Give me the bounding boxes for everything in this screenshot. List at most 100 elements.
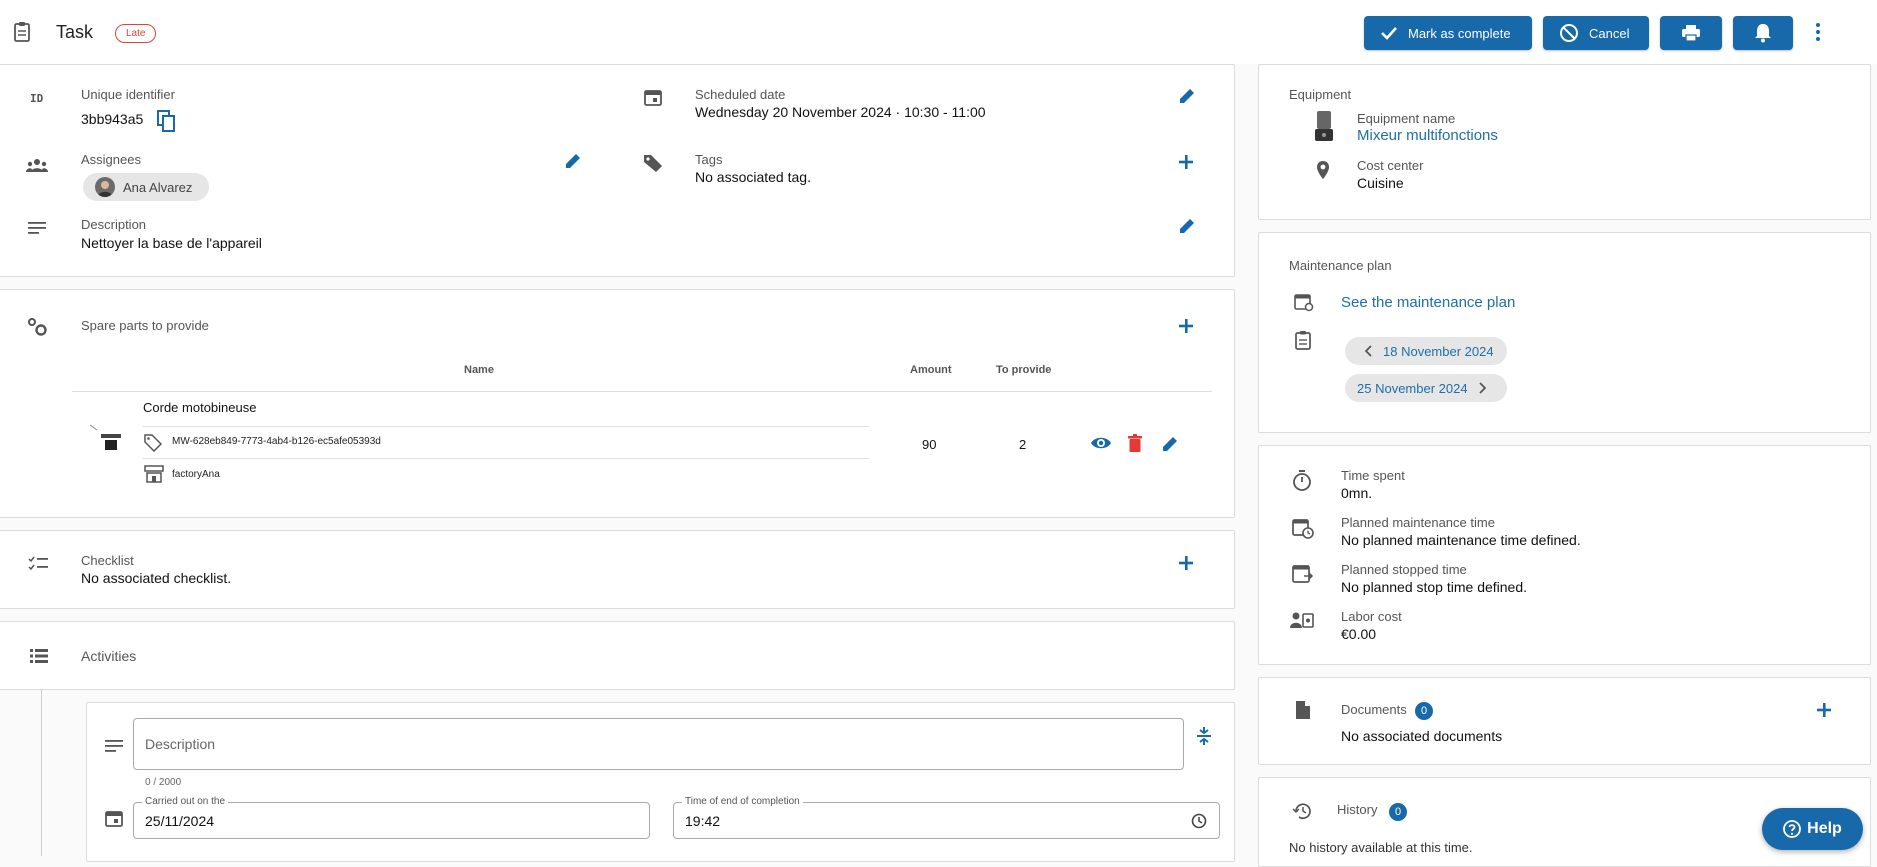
calendar-stop-icon	[1292, 564, 1314, 584]
more-vert-icon[interactable]	[1815, 22, 1821, 42]
calendar-sync-icon	[1294, 292, 1314, 312]
edit-spare-part-icon[interactable]	[1161, 435, 1179, 453]
documents-count-badge: 0	[1415, 702, 1433, 720]
notes-icon	[28, 222, 46, 234]
activities-card: Activities	[0, 621, 1235, 690]
notes-icon	[105, 740, 123, 752]
description-value: Nettoyer la base de l'appareil	[81, 235, 262, 251]
edit-date-icon[interactable]	[1178, 87, 1196, 105]
notification-button[interactable]	[1733, 16, 1793, 50]
next-date-chip[interactable]: 25 November 2024	[1345, 374, 1507, 402]
activities-title: Activities	[81, 648, 137, 664]
planned-maintenance-label: Planned maintenance time	[1341, 515, 1495, 530]
history-count-badge: 0	[1389, 803, 1407, 821]
maintenance-plan-link[interactable]: See the maintenance plan	[1341, 294, 1515, 311]
spare-parts-title: Spare parts to provide	[81, 318, 209, 333]
char-count: 0 / 2000	[145, 777, 182, 788]
carried-out-label: Carried out on the	[142, 796, 229, 807]
documents-card: Documents 0 No associated documents	[1258, 677, 1871, 765]
row-divider	[143, 426, 869, 427]
timeline-line	[41, 690, 42, 856]
tags-value: No associated tag.	[695, 169, 811, 185]
checklist-value: No associated checklist.	[81, 570, 232, 586]
view-icon[interactable]	[1090, 435, 1112, 451]
clipboard-icon	[12, 21, 32, 43]
help-button[interactable]: Help	[1762, 808, 1863, 850]
description-label: Description	[81, 217, 147, 232]
add-checklist-icon[interactable]	[1178, 555, 1194, 571]
spare-part-reference: MW-628eb849-7773-4ab4-b126-ec5afe05393d	[172, 436, 381, 447]
documents-title: Documents	[1341, 702, 1407, 717]
mark-complete-label: Mark as complete	[1408, 25, 1511, 41]
status-badge: Late	[115, 24, 157, 43]
maintenance-plan-card: Maintenance plan See the maintenance pla…	[1258, 232, 1871, 433]
id-icon: ID	[30, 92, 44, 105]
activity-form: Description 0 / 2000 Carried out on the …	[86, 702, 1235, 862]
description-input[interactable]: Description	[133, 718, 1184, 770]
unique-id-value: 3bb943a5	[81, 111, 144, 127]
block-icon	[1559, 23, 1579, 43]
end-time-field[interactable]: Time of end of completion 19:42	[673, 796, 1220, 839]
labor-cost-value: €0.00	[1341, 626, 1377, 642]
edit-assignees-icon[interactable]	[564, 152, 582, 170]
scheduled-date-label: Scheduled date	[695, 87, 786, 102]
spare-part-image	[87, 422, 123, 452]
clock-icon[interactable]	[1191, 813, 1207, 829]
delete-icon[interactable]	[1128, 434, 1142, 452]
labor-cost-icon	[1290, 611, 1314, 629]
planned-stopped-value: No planned stop time defined.	[1341, 579, 1528, 595]
edit-description-icon[interactable]	[1178, 217, 1196, 235]
store-icon	[144, 465, 164, 483]
history-value: No history available at this time.	[1289, 840, 1473, 855]
calendar-icon	[105, 809, 123, 827]
equipment-title: Equipment	[1289, 87, 1352, 102]
carried-out-value: 25/11/2024	[145, 813, 215, 829]
planned-maintenance-value: No planned maintenance time defined.	[1341, 532, 1581, 548]
print-button[interactable]	[1660, 16, 1722, 50]
previous-date: 18 November 2024	[1383, 343, 1494, 359]
chevron-right-icon	[1478, 382, 1486, 394]
copy-icon[interactable]	[157, 110, 175, 132]
spare-parts-card: Spare parts to provide Name Amount To pr…	[0, 289, 1235, 518]
add-tag-icon[interactable]	[1178, 154, 1194, 170]
top-bar: Task Late Mark as complete Cancel	[0, 0, 1877, 64]
equipment-name-link[interactable]: Mixeur multifonctions	[1357, 127, 1498, 144]
checklist-title: Checklist	[81, 553, 134, 568]
table-row: Corde motobineuse MW-628eb849-7773-4ab4-…	[0, 392, 1236, 512]
equipment-name-label: Equipment name	[1357, 111, 1456, 126]
labor-cost-label: Labor cost	[1341, 609, 1402, 624]
document-icon	[1295, 700, 1311, 720]
carried-out-date-field[interactable]: Carried out on the 25/11/2024	[133, 796, 650, 839]
clipboard-icon	[1294, 330, 1312, 350]
bell-icon	[1754, 23, 1772, 43]
time-card: Time spent 0mn. Planned maintenance time…	[1258, 445, 1871, 665]
unique-id-label: Unique identifier	[81, 87, 175, 102]
cost-center-value: Cuisine	[1357, 175, 1404, 191]
time-spent-label: Time spent	[1341, 468, 1405, 483]
end-time-label: Time of end of completion	[682, 796, 803, 807]
help-label: Help	[1807, 820, 1842, 837]
printer-icon	[1681, 24, 1701, 42]
check-icon	[1380, 25, 1398, 41]
history-title: History	[1337, 802, 1378, 817]
cancel-label: Cancel	[1589, 25, 1630, 41]
equipment-image	[1311, 109, 1337, 143]
calendar-icon	[644, 88, 662, 106]
next-date: 25 November 2024	[1357, 380, 1468, 396]
calendar-clock-icon	[1292, 517, 1314, 539]
checklist-icon	[28, 556, 48, 572]
cancel-button[interactable]: Cancel	[1543, 16, 1649, 50]
assignee-name: Ana Alvarez	[123, 179, 193, 195]
details-card: ID Unique identifier 3bb943a5 Scheduled …	[0, 64, 1235, 277]
equipment-card: Equipment Equipment name Mixeur multifon…	[1258, 64, 1871, 220]
cost-center-label: Cost center	[1357, 158, 1424, 173]
tags-label: Tags	[695, 152, 723, 167]
previous-date-chip[interactable]: 18 November 2024	[1345, 337, 1507, 365]
mark-complete-button[interactable]: Mark as complete	[1364, 16, 1532, 50]
add-document-icon[interactable]	[1816, 702, 1832, 718]
column-to-provide: To provide	[996, 364, 1052, 376]
add-spare-part-icon[interactable]	[1178, 318, 1194, 334]
column-amount: Amount	[910, 364, 952, 376]
assignee-chip[interactable]: Ana Alvarez	[83, 173, 209, 201]
collapse-icon[interactable]	[1197, 726, 1211, 746]
